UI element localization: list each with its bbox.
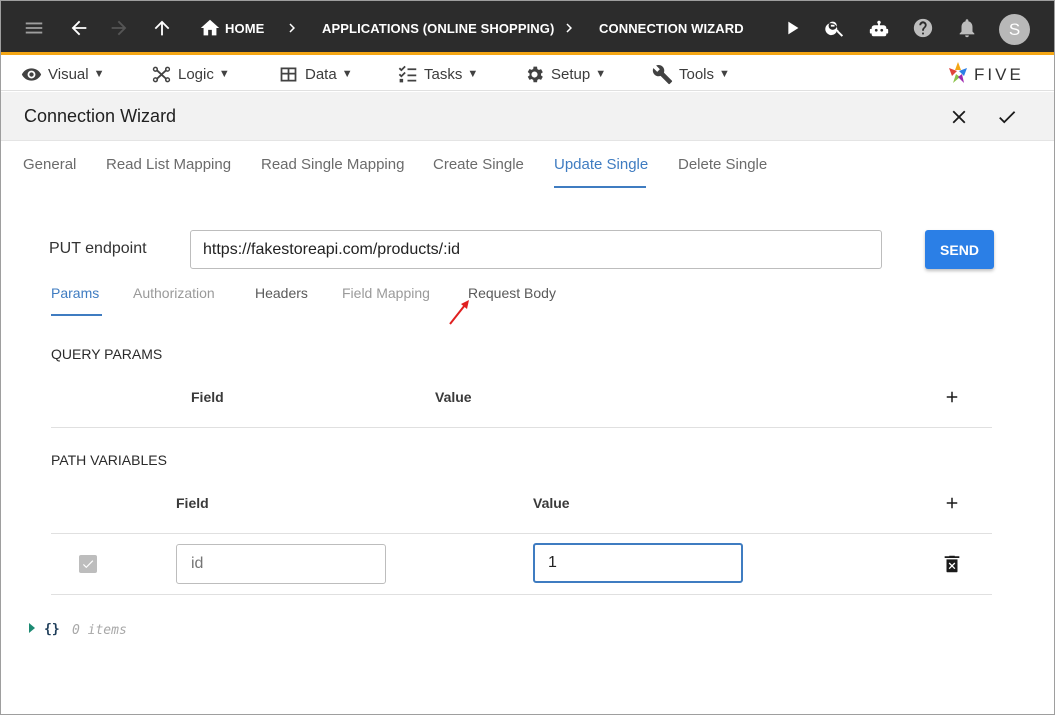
home-icon[interactable] [196,14,224,42]
breadcrumb-home[interactable]: HOME [225,21,264,36]
up-arrow-icon[interactable] [148,14,176,42]
confirm-check-icon[interactable] [995,105,1019,129]
hamburger-menu-icon[interactable] [20,14,48,42]
search-code-icon[interactable] [821,14,849,42]
menu-tasks-label: Tasks [424,65,463,83]
path-variable-field-input[interactable] [176,544,386,584]
add-path-variable-icon[interactable] [943,494,961,512]
endpoint-url-input[interactable] [190,230,882,269]
query-params-field-header: Field [191,389,224,405]
row-divider [51,533,992,534]
top-bar: HOME APPLICATIONS (ONLINE SHOPPING) CONN… [1,1,1054,55]
subtab-request-body[interactable]: Request Body [468,285,556,301]
dropdown-caret-icon: ▼ [467,68,479,80]
tab-read-single-mapping[interactable]: Read Single Mapping [261,156,404,173]
tab-read-list-mapping[interactable]: Read List Mapping [106,156,231,173]
send-button[interactable]: SEND [925,230,994,269]
path-variables-heading: PATH VARIABLES [51,452,167,468]
active-subtab-indicator [51,314,102,316]
menu-setup-label: Setup [551,65,591,83]
robot-assistant-icon[interactable] [865,14,893,42]
close-icon[interactable] [947,105,971,129]
notification-bell-icon[interactable] [953,14,981,42]
menu-tasks[interactable]: Tasks ▼ [397,63,478,85]
form-title-bar: Connection Wizard [1,92,1054,141]
menu-visual[interactable]: Visual ▼ [21,63,104,85]
tab-create-single[interactable]: Create Single [433,156,524,173]
checkmark-icon [82,560,94,569]
menu-data[interactable]: Data ▼ [278,63,353,85]
path-variable-enabled-checkbox[interactable] [79,555,97,573]
endpoint-label: PUT endpoint [49,240,147,257]
delete-row-icon[interactable] [941,553,963,575]
subtab-field-mapping[interactable]: Field Mapping [342,285,430,301]
section-divider [51,427,992,428]
play-icon[interactable] [778,14,806,42]
path-variable-value-input[interactable] [533,543,743,583]
menu-visual-label: Visual [48,65,89,83]
annotation-arrow-icon [449,300,469,325]
tools-icon [652,64,673,84]
query-params-heading: QUERY PARAMS [51,346,163,362]
back-arrow-icon[interactable] [65,14,93,42]
expand-triangle-icon[interactable] [29,623,35,633]
five-logo: FIVE [949,62,1024,84]
row-divider [51,594,992,595]
breadcrumb-chevron-icon [559,17,579,39]
menu-tools[interactable]: Tools ▼ [652,63,730,85]
five-logo-text: FIVE [974,65,1024,84]
add-query-param-icon[interactable] [943,388,961,406]
dropdown-caret-icon: ▼ [719,68,730,80]
menu-setup[interactable]: Setup ▼ [524,63,606,85]
subtab-headers[interactable]: Headers [255,285,308,301]
json-braces: {} [44,622,60,637]
tab-general[interactable]: General [23,156,76,173]
tab-update-single[interactable]: Update Single [554,156,648,173]
subtab-params[interactable]: Params [51,285,99,301]
breadcrumb-chevron-icon [282,17,302,39]
help-icon[interactable] [909,14,937,42]
five-logo-mark-icon [949,62,967,83]
flow-icon [152,66,171,82]
subtab-authorization[interactable]: Authorization [133,285,215,301]
app-window: HOME APPLICATIONS (ONLINE SHOPPING) CONN… [0,0,1055,715]
page-title: Connection Wizard [24,106,177,126]
menu-data-label: Data [305,65,337,83]
checklist-icon [398,65,417,82]
path-variables-value-header: Value [533,495,570,511]
menu-logic[interactable]: Logic ▼ [151,63,230,85]
user-avatar[interactable]: S [999,14,1030,45]
json-item-count: 0 items [72,623,127,638]
breadcrumb-connection-wizard[interactable]: CONNECTION WIZARD [599,21,744,36]
dropdown-caret-icon: ▼ [218,68,230,80]
table-icon [280,67,297,81]
breadcrumb-applications[interactable]: APPLICATIONS (ONLINE SHOPPING) [322,21,554,36]
forward-arrow-icon[interactable] [105,14,133,42]
dropdown-caret-icon: ▼ [93,68,105,80]
menu-bar: Visual ▼ Logic ▼ Data ▼ Tasks ▼ Setup ▼ … [1,58,1054,91]
tab-delete-single[interactable]: Delete Single [678,156,767,173]
dropdown-caret-icon: ▼ [341,68,353,80]
path-variables-field-header: Field [176,495,209,511]
active-tab-indicator [554,186,646,188]
menu-tools-label: Tools [679,65,715,83]
query-params-value-header: Value [435,389,472,405]
dropdown-caret-icon: ▼ [595,68,607,80]
gear-icon [527,66,543,82]
menu-logic-label: Logic [178,65,214,83]
eye-icon [21,67,42,81]
